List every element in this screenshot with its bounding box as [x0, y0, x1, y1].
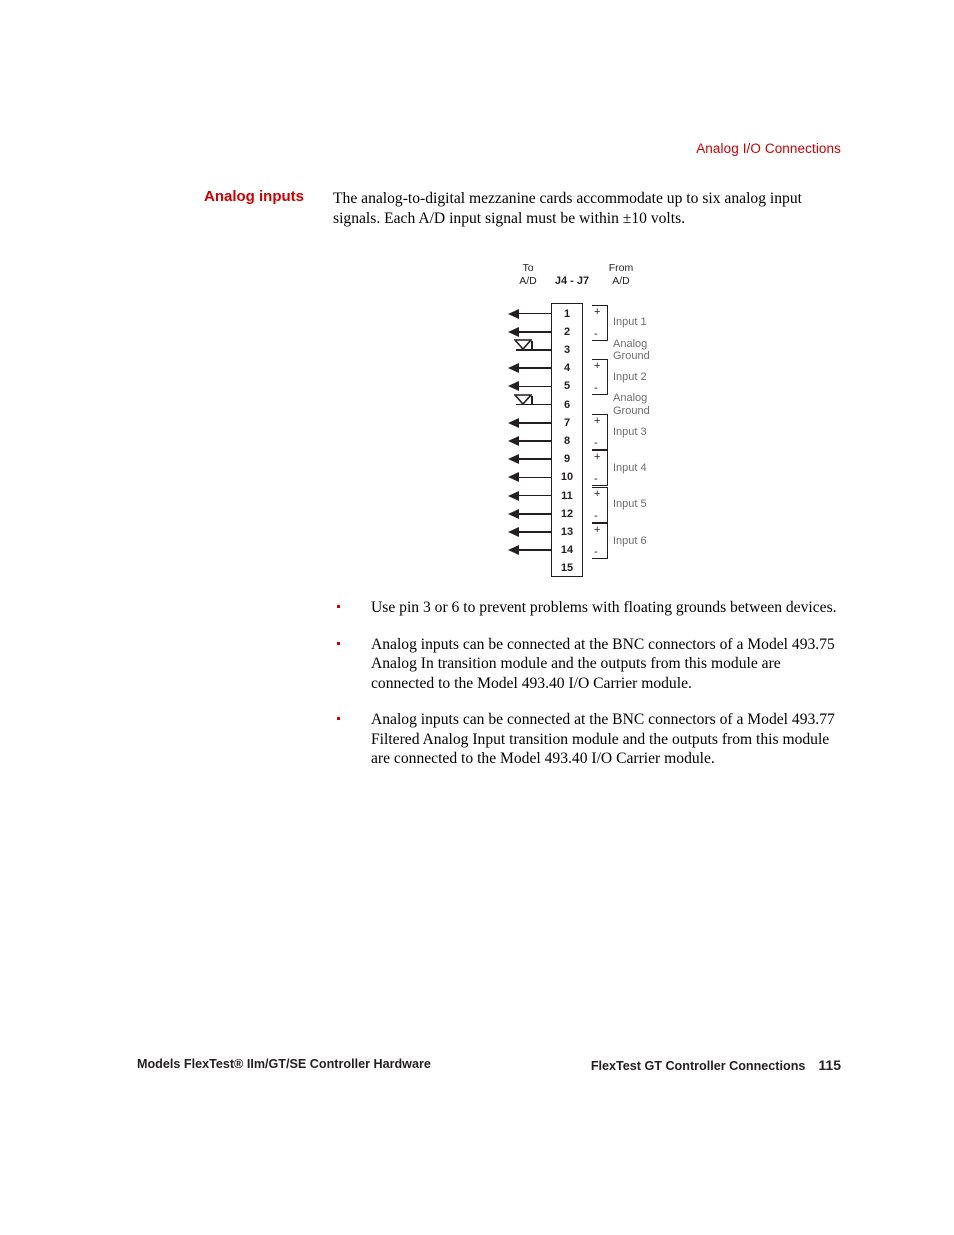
pin-number-14: 14: [560, 544, 574, 557]
polarity-plus-sign-1: +: [594, 305, 601, 318]
signal-label-4: Analog Ground: [613, 392, 650, 417]
signal-arrow-icon-pin-4: [508, 363, 519, 374]
pin-lead-1: [516, 312, 552, 315]
pin-number-9: 9: [563, 453, 571, 466]
signal-label-5: Input 3: [613, 425, 647, 438]
ground-symbol-icon-pin-3: [514, 339, 532, 350]
pin-number-11: 11: [561, 489, 573, 502]
analog-input-connector-diagram: To A/D J4 - J7 From A/D 1 2 3 4 5 6 7 8 9 10 11 12 1…: [495, 258, 685, 588]
notes-list: Use pin 3 or 6 to prevent problems with …: [333, 598, 845, 786]
pin-number-6: 6: [563, 398, 571, 411]
signal-arrow-icon-pin-8: [508, 436, 519, 446]
polarity-plus-sign-8: +: [594, 524, 601, 536]
polarity-plus-sign-7: +: [594, 487, 601, 500]
signal-arrow-icon-pin-5: [508, 381, 519, 392]
pin-number-4: 4: [563, 362, 571, 375]
intro-paragraph: The analog-to-digital mezzanine cards ac…: [333, 190, 802, 227]
signal-arrow-icon-pin-11: [508, 490, 519, 501]
pin-lead-7: [516, 422, 552, 424]
polarity-minus-sign-8: -: [594, 546, 598, 559]
note-text: Analog inputs can be connected at the BN…: [371, 635, 835, 692]
signal-arrow-icon-pin-10: [508, 472, 519, 483]
note-item: Analog inputs can be connected at the BN…: [333, 635, 845, 694]
pin-lead-8: [516, 440, 552, 442]
signal-arrow-icon-pin-12: [508, 508, 519, 519]
polarity-minus-sign-7: -: [594, 509, 598, 522]
pin-lead-14: [516, 549, 552, 551]
diagram-caption-connector-name: J4 - J7: [554, 275, 590, 287]
signal-label-3: Input 2: [613, 371, 647, 384]
signal-label-7: Input 5: [613, 498, 647, 511]
signal-arrow-icon-pin-13: [508, 527, 519, 537]
pin-lead-12: [516, 513, 552, 515]
diagram-caption-from-ad: From A/D: [608, 262, 634, 287]
signal-label-6: Input 4: [613, 462, 647, 475]
page-footer: Models FlexTest® IIm/GT/SE Controller Ha…: [137, 1057, 841, 1075]
signal-arrow-icon-pin-14: [508, 545, 519, 556]
bullet-marker-icon: [337, 717, 341, 721]
running-header: Analog I/O Connections: [696, 141, 841, 156]
pin-number-10: 10: [560, 471, 574, 484]
footer-chapter-title: FlexTest GT Controller Connections: [590, 1059, 806, 1073]
signal-arrow-icon-pin-2: [508, 326, 519, 337]
pin-lead-11: [516, 494, 552, 497]
note-text: Use pin 3 or 6 to prevent problems with …: [371, 599, 837, 616]
bullet-marker-icon: [337, 641, 341, 645]
polarity-minus-sign-3: -: [594, 382, 598, 395]
note-item: Analog inputs can be connected at the BN…: [333, 710, 845, 769]
ground-symbol-icon-pin-6: [514, 393, 532, 405]
diagram-caption-to-ad: To A/D: [519, 262, 537, 287]
pin-number-7: 7: [563, 416, 571, 429]
signal-arrow-icon-pin-1: [508, 308, 519, 319]
pin-number-2: 2: [563, 325, 571, 338]
pin-lead-2: [516, 331, 552, 333]
signal-arrow-icon-pin-7: [508, 417, 519, 428]
signal-label-8: Input 6: [613, 534, 647, 547]
pin-lead-13: [516, 531, 552, 533]
pin-lead-4: [516, 367, 552, 369]
pin-number-12: 12: [560, 507, 574, 520]
note-item: Use pin 3 or 6 to prevent problems with …: [333, 598, 845, 618]
pin-number-1: 1: [563, 307, 571, 320]
polarity-plus-sign-3: +: [594, 360, 601, 373]
pin-lead-5: [516, 385, 552, 388]
footer-right-group: FlexTest GT Controller Connections 115: [591, 1057, 841, 1073]
pin-number-8: 8: [563, 435, 571, 447]
polarity-minus-sign-1: -: [594, 327, 598, 340]
pin-number-5: 5: [563, 380, 571, 393]
footer-document-title: Models FlexTest® IIm/GT/SE Controller Ha…: [137, 1057, 431, 1071]
signal-arrow-icon-pin-9: [508, 454, 519, 465]
signal-label-1: Input 1: [613, 316, 647, 329]
footer-page-number: 115: [818, 1057, 841, 1073]
polarity-plus-sign-5: +: [594, 414, 601, 427]
pin-number-15: 15: [560, 562, 574, 575]
signal-label-2: Analog Ground: [613, 337, 650, 363]
pin-lead-10: [516, 476, 552, 479]
polarity-minus-sign-6: -: [594, 473, 598, 486]
pin-number-13: 13: [560, 526, 574, 538]
pin-lead-9: [516, 458, 552, 460]
bullet-marker-icon: [337, 605, 341, 609]
pin-number-3: 3: [563, 344, 571, 356]
note-text: Analog inputs can be connected at the BN…: [371, 711, 835, 767]
section-heading: Analog inputs: [204, 188, 304, 205]
polarity-plus-sign-6: +: [594, 451, 601, 464]
polarity-minus-sign-5: -: [594, 437, 598, 449]
